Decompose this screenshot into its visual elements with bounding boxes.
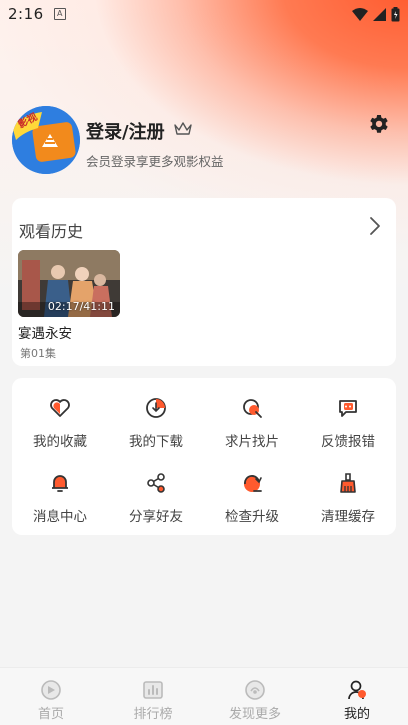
crown-icon [174,122,192,135]
notification-icon: A [53,8,66,20]
download-icon [146,397,166,418]
menu-label: 我的下载 [129,433,183,450]
signal-icon [373,7,386,21]
login-subtitle: 会员登录享更多观影权益 [86,154,224,169]
battery-icon [391,6,400,21]
feedback-icon [339,399,357,417]
menu-label: 清理缓存 [321,508,375,525]
bottom-tab-bar: 首页 排行榜 发现更多 我的 [0,667,408,725]
menu-item-request-film[interactable]: 求片找片 [204,384,300,460]
heart-icon [50,398,70,417]
status-bar: 2:16 A [0,0,408,28]
menu-item-check-update[interactable]: 检查升级 [204,460,300,534]
status-icons [352,6,400,22]
watch-history-card: 观看历史 02:17/41:11 宴遇永安 第01集 [12,198,396,366]
home-icon [41,680,61,700]
menu-label: 我的收藏 [33,433,87,450]
login-register-link[interactable]: 登录/注册 [86,118,165,144]
status-time: 2:16 [8,5,44,23]
avatar[interactable]: 影视 [12,106,80,174]
history-title: 观看历史 [19,222,84,241]
search-film-icon [243,398,262,418]
history-progress-time: 02:17/41:11 [47,300,115,313]
tab-label: 发现更多 [228,707,281,722]
tab-label: 我的 [343,707,370,722]
chevron-right-icon[interactable] [368,216,382,236]
bell-icon [52,474,68,492]
wifi-icon [352,7,368,21]
menu-label: 反馈报错 [321,433,375,450]
menu-item-favorites[interactable]: 我的收藏 [12,384,108,460]
tab-ranking[interactable]: 排行榜 [102,668,204,725]
tab-profile[interactable]: 我的 [306,668,408,725]
share-icon [147,472,165,493]
menu-item-messages[interactable]: 消息中心 [12,460,108,534]
menu-item-clear-cache[interactable]: 清理缓存 [300,460,396,534]
menu-item-feedback[interactable]: 反馈报错 [300,384,396,460]
clean-icon [340,472,356,493]
menu-label: 消息中心 [33,508,87,525]
discover-icon [245,680,265,700]
menu-label: 求片找片 [225,433,279,450]
gear-icon[interactable] [367,112,391,136]
profile-icon [348,680,366,700]
tab-label: 首页 [37,707,64,722]
feature-grid: 我的收藏 我的下载 求片找片 反馈报错 消息中心 分享好友 检查升级 清理缓存 [12,378,396,535]
tab-discover[interactable]: 发现更多 [204,668,306,725]
tab-label: 排行榜 [133,707,173,722]
upgrade-icon [244,474,262,492]
menu-item-downloads[interactable]: 我的下载 [108,384,204,460]
menu-item-share[interactable]: 分享好友 [108,460,204,534]
menu-label: 分享好友 [129,508,183,525]
history-item-title[interactable]: 宴遇永安 [18,322,72,342]
tab-home[interactable]: 首页 [0,668,102,725]
menu-label: 检查升级 [225,508,279,525]
ranking-icon [143,681,163,699]
profile-section[interactable]: 影视 登录/注册 会员登录享更多观影权益 [12,106,396,176]
history-thumbnail[interactable]: 02:17/41:11 [18,250,120,317]
history-item-episode: 第01集 [20,347,56,360]
feature-menu-card: 我的收藏 我的下载 求片找片 反馈报错 消息中心 分享好友 检查升级 清理缓存 [12,378,396,535]
